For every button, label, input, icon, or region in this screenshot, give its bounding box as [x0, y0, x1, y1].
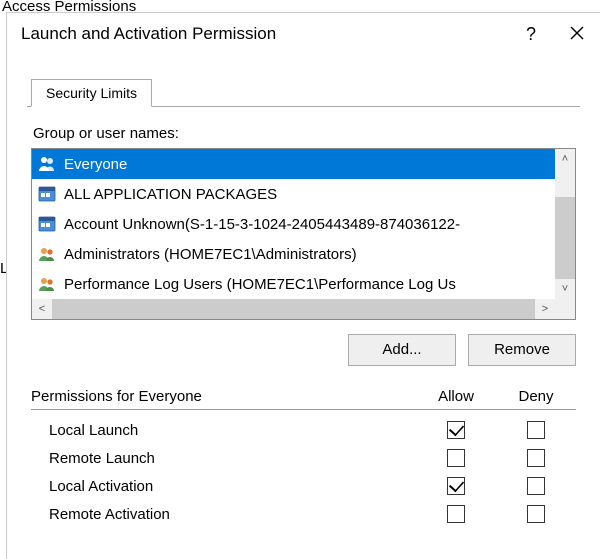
- list-item-label: Everyone: [64, 156, 127, 173]
- scroll-thumb[interactable]: [555, 197, 575, 279]
- list-item-label: Administrators (HOME7EC1\Administrators): [64, 246, 357, 263]
- permission-row: Local Launch: [31, 416, 576, 444]
- deny-header: Deny: [496, 388, 576, 405]
- permission-label: Local Activation: [49, 478, 416, 495]
- package-icon: [36, 183, 58, 205]
- allow-header: Allow: [416, 388, 496, 405]
- package-icon: [36, 213, 58, 235]
- scroll-left-icon[interactable]: <: [32, 299, 52, 319]
- hscroll-thumb[interactable]: [52, 299, 535, 319]
- deny-checkbox[interactable]: [527, 449, 545, 467]
- list-item[interactable]: Everyone: [32, 149, 555, 179]
- remove-button[interactable]: Remove: [468, 334, 576, 366]
- deny-checkbox[interactable]: [527, 505, 545, 523]
- deny-checkbox[interactable]: [527, 421, 545, 439]
- list-item-label: ALL APPLICATION PACKAGES: [64, 186, 277, 203]
- list-item[interactable]: Performance Log Users (HOME7EC1\Performa…: [32, 269, 555, 299]
- tabstrip: Security Limits: [27, 79, 580, 107]
- permission-row: Remote Launch: [31, 444, 576, 472]
- users-icon: [36, 273, 58, 295]
- group-icon: [36, 153, 58, 175]
- dialog-title: Launch and Activation Permission: [21, 24, 508, 44]
- scroll-right-icon[interactable]: >: [535, 299, 555, 319]
- scroll-corner: [555, 299, 575, 319]
- permission-label: Remote Activation: [49, 506, 416, 523]
- list-item[interactable]: ALL APPLICATION PACKAGES: [32, 179, 555, 209]
- group-listbox[interactable]: Everyone ALL APPLICATION PACKAGES Account …: [31, 148, 576, 320]
- permissions-for-label: Permissions for Everyone: [31, 388, 416, 405]
- titlebar: Launch and Activation Permission ?: [7, 13, 600, 55]
- add-button[interactable]: Add...: [348, 334, 456, 366]
- tab-security-limits[interactable]: Security Limits: [31, 79, 152, 107]
- permission-label: Local Launch: [49, 422, 416, 439]
- close-icon: [570, 26, 584, 40]
- dialog: Launch and Activation Permission ? Secur…: [6, 12, 600, 559]
- list-item-label: Account Unknown(S-1-15-3-1024-2405443489…: [64, 216, 460, 233]
- scroll-up-icon[interactable]: ˄: [555, 149, 575, 169]
- close-button[interactable]: [554, 13, 600, 55]
- list-item[interactable]: Account Unknown(S-1-15-3-1024-2405443489…: [32, 209, 555, 239]
- permissions-header: Permissions for Everyone Allow Deny: [31, 388, 576, 410]
- permission-label: Remote Launch: [49, 450, 416, 467]
- allow-checkbox[interactable]: [447, 477, 465, 495]
- group-label: Group or user names:: [33, 125, 580, 142]
- scroll-down-icon[interactable]: ˅: [555, 279, 575, 299]
- list-item-label: Performance Log Users (HOME7EC1\Performa…: [64, 276, 456, 293]
- deny-checkbox[interactable]: [527, 477, 545, 495]
- allow-checkbox[interactable]: [447, 449, 465, 467]
- allow-checkbox[interactable]: [447, 421, 465, 439]
- allow-checkbox[interactable]: [447, 505, 465, 523]
- vertical-scrollbar[interactable]: ˄ ˅: [555, 149, 575, 299]
- horizontal-scrollbar[interactable]: < >: [32, 299, 555, 319]
- help-button[interactable]: ?: [508, 13, 554, 55]
- permission-row: Local Activation: [31, 472, 576, 500]
- list-item[interactable]: Administrators (HOME7EC1\Administrators): [32, 239, 555, 269]
- permission-row: Remote Activation: [31, 500, 576, 528]
- users-icon: [36, 243, 58, 265]
